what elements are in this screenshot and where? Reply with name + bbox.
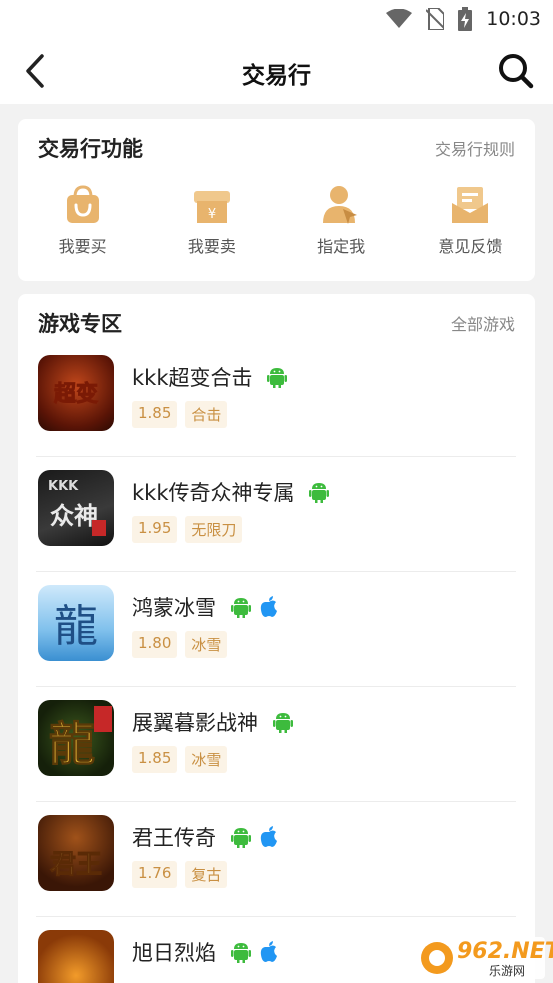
shopping-bag-icon (66, 185, 99, 223)
function-label: 意见反馈 (438, 237, 503, 256)
store-icon: ¥ (193, 191, 230, 223)
watermark-logo: 962.NET 乐游网 (413, 937, 553, 979)
game-list: 超变 kkk超变合击 1.85 合击 KKK 众神 kkk传奇众神专属 1.95… (36, 342, 516, 983)
tag-group: 1.76 复古 (132, 861, 228, 888)
trade-rules-link[interactable]: 交易行规则 (435, 136, 515, 160)
game-name-text: 展翼暮影战神 (132, 711, 258, 735)
svg-text:众神: 众神 (50, 501, 98, 530)
type-tag: 合击 (185, 401, 228, 428)
user-pointer-icon (323, 186, 358, 224)
function-label: 我要卖 (187, 237, 236, 256)
game-row[interactable]: 超变 kkk超变合击 1.85 合击 (36, 342, 516, 457)
android-icon (272, 713, 293, 733)
android-icon (309, 483, 330, 503)
android-icon (230, 598, 251, 618)
functions-title: 交易行功能 (38, 137, 143, 161)
android-icon (267, 368, 288, 388)
game-icon: KKK 众神 (38, 470, 114, 546)
svg-text:龍: 龍 (49, 717, 95, 771)
tag-group: 1.85 冰雪 (132, 746, 228, 773)
all-games-link[interactable]: 全部游戏 (451, 311, 515, 335)
game-zone-card: 游戏专区 全部游戏 超变 kkk超变合击 1.85 合击 KKK 众神 kkk传… (18, 294, 535, 983)
game-icon: 君王 (38, 815, 114, 891)
games-title: 游戏专区 (38, 312, 122, 336)
game-row[interactable]: 龍 展翼暮影战神 1.85 冰雪 (36, 687, 516, 802)
game-name-text: 鸿蒙冰雪 (132, 596, 216, 620)
game-row[interactable]: 君王 君王传奇 1.76 复古 (36, 802, 516, 917)
android-icon (230, 943, 251, 963)
watermark-subtext: 乐游网 (489, 964, 526, 978)
battery-charging-icon (458, 7, 473, 31)
svg-text:君王: 君王 (50, 850, 102, 880)
svg-text:超变: 超变 (54, 381, 98, 407)
tag-group: 1.85 合击 (132, 401, 228, 428)
type-tag: 复古 (185, 861, 228, 888)
tag-group: 1.95 无限刀 (132, 516, 243, 543)
game-row[interactable]: 龍 鸿蒙冰雪 1.80 冰雪 (36, 572, 516, 687)
android-icon (230, 828, 251, 848)
no-sim-icon (426, 8, 445, 30)
game-name-text: kkk传奇众神专属 (132, 481, 295, 505)
game-name-text: 旭日烈焰 (132, 941, 216, 965)
game-icon: 龍 (38, 700, 114, 776)
type-tag: 冰雪 (185, 631, 228, 658)
game-icon (38, 930, 114, 983)
game-name: kkk传奇众神专属 (132, 477, 330, 507)
version-tag: 1.76 (132, 861, 178, 888)
svg-text:KKK: KKK (48, 479, 79, 494)
version-tag: 1.85 (132, 401, 178, 428)
game-name: kkk超变合击 (132, 362, 288, 392)
game-name-text: 君王传奇 (132, 826, 216, 850)
buy-button[interactable]: 我要买 (18, 185, 147, 265)
version-tag: 1.95 (132, 516, 178, 543)
trade-functions-card: 交易行功能 交易行规则 我要买 ¥ 我要卖 指定我 意见反馈 (18, 119, 535, 281)
game-name: 君王传奇 (132, 822, 279, 852)
watermark-text: 962.NET (457, 939, 553, 964)
function-label: 指定我 (317, 237, 366, 256)
apple-icon (260, 941, 277, 962)
apple-icon (260, 826, 277, 847)
function-row: 我要买 ¥ 我要卖 指定我 意见反馈 (18, 185, 535, 265)
status-time: 10:03 (486, 8, 541, 30)
watermark-logo-icon (421, 942, 453, 974)
svg-text:龍: 龍 (54, 601, 98, 652)
svg-text:¥: ¥ (208, 207, 216, 222)
feedback-mail-icon (452, 187, 489, 223)
designate-me-button[interactable]: 指定我 (277, 185, 406, 265)
sell-button[interactable]: ¥ 我要卖 (147, 185, 276, 265)
game-name: 旭日烈焰 (132, 937, 279, 967)
version-tag: 1.85 (132, 746, 178, 773)
nav-bar: 交易行 (0, 38, 553, 104)
game-row[interactable]: KKK 众神 kkk传奇众神专属 1.95 无限刀 (36, 457, 516, 572)
apple-icon (260, 596, 277, 617)
feedback-button[interactable]: 意见反馈 (406, 185, 535, 265)
search-icon[interactable] (497, 52, 535, 90)
type-tag: 无限刀 (185, 516, 243, 543)
function-label: 我要买 (58, 237, 107, 256)
page-title: 交易行 (242, 63, 311, 89)
tag-group: 1.80 冰雪 (132, 631, 228, 658)
game-icon: 龍 (38, 585, 114, 661)
type-tag: 冰雪 (185, 746, 228, 773)
wifi-icon (386, 9, 413, 28)
game-name: 鸿蒙冰雪 (132, 592, 279, 622)
status-bar: 10:03 (0, 0, 553, 38)
game-icon: 超变 (38, 355, 114, 431)
game-name-text: kkk超变合击 (132, 366, 253, 390)
version-tag: 1.80 (132, 631, 178, 658)
game-name: 展翼暮影战神 (132, 707, 293, 737)
